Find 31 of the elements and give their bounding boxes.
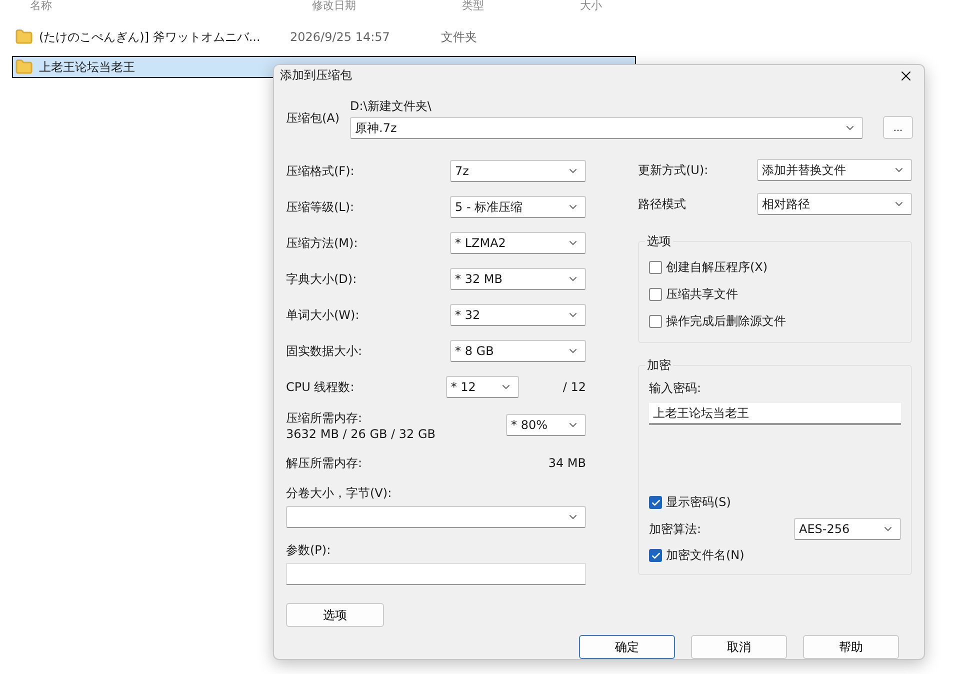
file-name: 上老王论坛当老王	[39, 58, 136, 76]
archive-path: D:\新建文件夹\	[350, 98, 432, 115]
window-title: 添加到压缩包	[280, 67, 352, 84]
field-label: 分卷大小，字节(V):	[286, 485, 393, 502]
memory-value: 34 MB	[548, 456, 586, 470]
memory-detail: 3632 MB / 26 GB / 32 GB	[286, 426, 436, 440]
field-label: 压缩等级(L):	[286, 198, 354, 216]
checkbox-label: 显示密码(S)	[666, 494, 731, 511]
field-label: 解压所需内存:	[286, 454, 362, 472]
checkbox-label: 压缩共享文件	[666, 286, 738, 303]
thread-total: / 12	[562, 380, 586, 394]
field-label: 压缩方法(M):	[286, 234, 358, 252]
field-label: 固实数据大小:	[286, 342, 362, 360]
field-label: 更新方式(U):	[638, 162, 708, 178]
checkbox-label: 操作完成后删除源文件	[666, 313, 786, 330]
checkbox-label: 加密文件名(N)	[666, 547, 744, 564]
field-label: CPU 线程数:	[286, 378, 354, 396]
file-type: 文件夹	[441, 28, 478, 46]
field-label: 压缩格式(F):	[286, 162, 354, 180]
checkbox-label: 创建自解压程序(X)	[666, 259, 768, 276]
field-label: 参数(P):	[286, 542, 332, 559]
field-label: 压缩所需内存:	[286, 410, 364, 426]
field-label: 单词大小(W):	[286, 306, 360, 324]
field-label: 压缩包(A)	[286, 110, 341, 127]
field-label: 输入密码:	[649, 380, 702, 397]
file-name: (たけのこぺんぎん)] 斧ワットオムニバ...	[39, 28, 262, 46]
group-title: 选项	[645, 233, 673, 250]
field-label: 字典大小(D):	[286, 270, 357, 288]
field-label: 路径模式	[638, 196, 686, 212]
file-date: 2026/9/25 14:57	[290, 30, 391, 44]
field-label: 加密算法:	[649, 520, 702, 538]
